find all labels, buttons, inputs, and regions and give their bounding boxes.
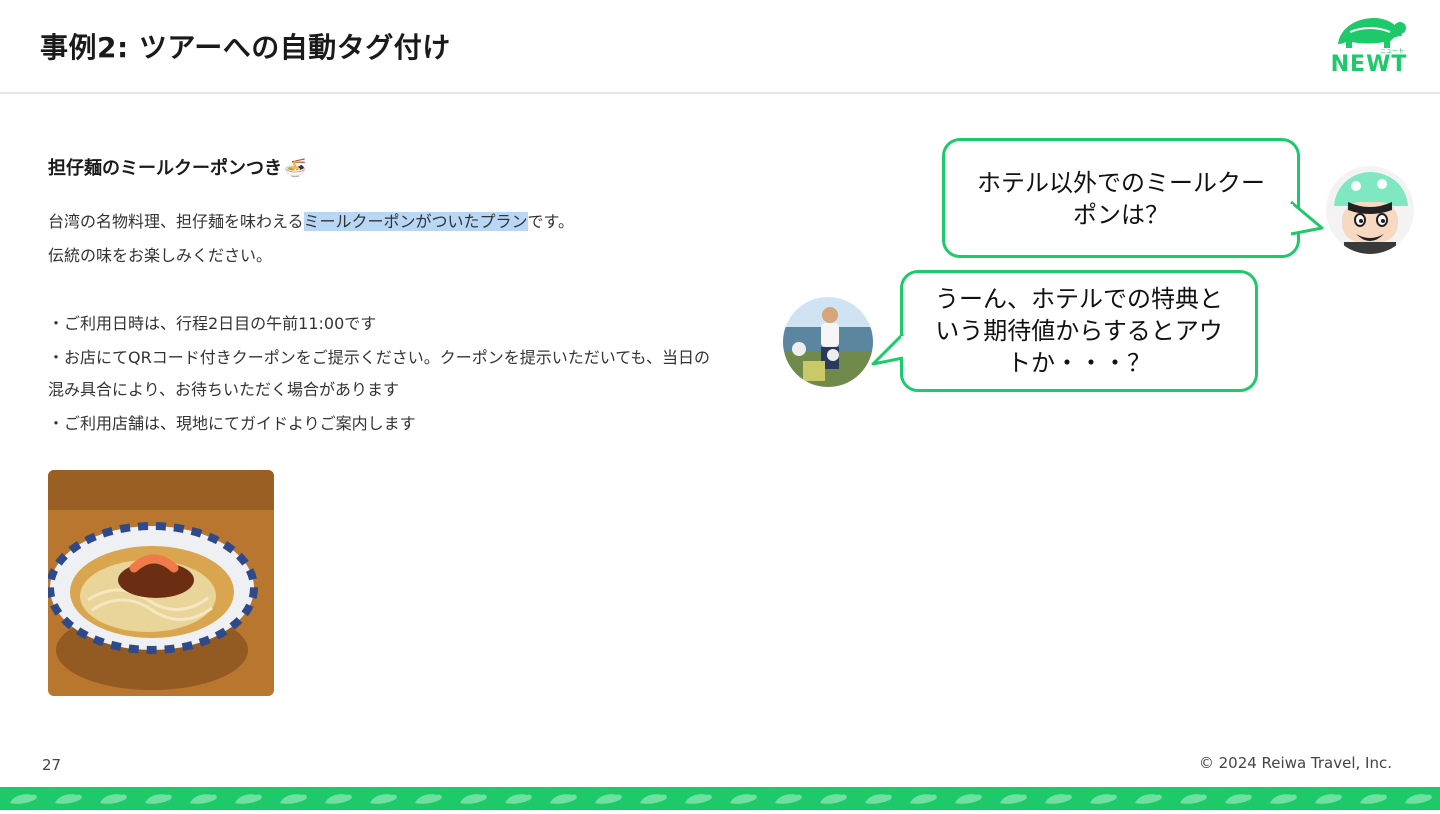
logo-text: NEWT bbox=[1330, 52, 1408, 77]
person-speech-bubble: うーん、ホテルでの特典と いう期待値からするとアウ トか・・・？ bbox=[900, 270, 1258, 392]
note-line-4: ・ご利用店舗は、現地にてガイドよりご案内します bbox=[48, 414, 416, 433]
turtle-speech-line-2: ポンは？ bbox=[1073, 201, 1169, 229]
turtle-pattern-icon bbox=[865, 794, 892, 804]
turtle-speech-bubble: ホテル以外でのミールクー ポンは？ bbox=[942, 138, 1300, 258]
turtle-pattern-icon bbox=[685, 794, 712, 804]
turtle-pattern-icon bbox=[280, 794, 307, 804]
slide-title: 事例2: ツアーへの自動タグ付け bbox=[40, 31, 451, 64]
person-speech-line-3: トか・・・？ bbox=[1007, 349, 1151, 377]
description-text-before: 台湾の名物料理、担仔麺を味わえる bbox=[48, 212, 304, 231]
turtle-pattern-icon bbox=[370, 794, 397, 804]
turtle-pattern-icon bbox=[1045, 794, 1072, 804]
turtle-pattern-icon bbox=[55, 794, 82, 804]
turtle-pattern-icon bbox=[415, 794, 442, 804]
turtle-pattern-icon bbox=[190, 794, 217, 804]
turtle-pattern-icon bbox=[1000, 794, 1027, 804]
turtle-pattern-icon bbox=[1090, 794, 1117, 804]
person-speech-line-2: いう期待値からするとアウ bbox=[935, 317, 1223, 345]
description-line-1: 台湾の名物料理、担仔麺を味わえるミールクーポンがついたプランです。 bbox=[48, 208, 574, 232]
turtle-pattern-icon bbox=[1315, 794, 1342, 804]
plan-title-text: 担仔麺のミールクーポンつき bbox=[48, 158, 282, 179]
footer-turtle-band bbox=[0, 787, 1440, 810]
turtle-pattern-icon bbox=[550, 794, 577, 804]
note-line-1: ・ご利用日時は、行程2日目の午前11:00です bbox=[48, 314, 377, 333]
turtle-pattern-icon bbox=[1180, 794, 1207, 804]
turtle-speech-text: ホテル以外でのミールクー ポンは？ bbox=[955, 167, 1287, 231]
turtle-pattern-icon bbox=[1360, 794, 1387, 804]
person-speech-line-1: うーん、ホテルでの特典と bbox=[935, 285, 1223, 313]
plan-title: 担仔麺のミールクーポンつき 🍜 bbox=[48, 154, 306, 180]
note-line-2: ・お店にてQRコード付きクーポンをご提示ください。クーポンを提示いただいても、当… bbox=[48, 348, 710, 367]
person-bubble-tail bbox=[871, 332, 904, 366]
slide-header: 事例2: ツアーへの自動タグ付け ニュート NEWT bbox=[0, 0, 1440, 94]
turtle-pattern-icon bbox=[820, 794, 847, 804]
turtle-pattern-icon bbox=[145, 794, 172, 804]
note-line-3: 混み具合により、お待ちいただく場合があります bbox=[48, 380, 400, 399]
noodle-photo bbox=[48, 470, 274, 696]
turtle-pattern-icon bbox=[1225, 794, 1252, 804]
turtle-bubble-tail bbox=[1290, 200, 1324, 236]
turtle-pattern-icon bbox=[775, 794, 802, 804]
turtle-pattern-icon bbox=[100, 794, 127, 804]
turtle-pattern-icon bbox=[1135, 794, 1162, 804]
page-number: 27 bbox=[42, 756, 62, 774]
turtle-pattern-icon bbox=[1270, 794, 1297, 804]
turtle-pattern-icon bbox=[325, 794, 352, 804]
newt-logo: ニュート NEWT bbox=[1330, 14, 1408, 78]
turtle-pattern-icon bbox=[595, 794, 622, 804]
turtle-avatar bbox=[1326, 166, 1414, 254]
turtle-pattern-icon bbox=[235, 794, 262, 804]
turtle-pattern-icon bbox=[505, 794, 532, 804]
person-speech-text: うーん、ホテルでの特典と いう期待値からするとアウ トか・・・？ bbox=[913, 283, 1245, 379]
turtle-pattern-icon bbox=[460, 794, 487, 804]
turtle-pattern-icon bbox=[910, 794, 937, 804]
description-text-after: です。 bbox=[527, 212, 574, 231]
turtle-pattern-icon bbox=[730, 794, 757, 804]
highlighted-text: ミールクーポンがついたプラン bbox=[303, 212, 528, 231]
turtle-pattern-icon bbox=[1405, 794, 1432, 804]
turtle-pattern-icon bbox=[640, 794, 667, 804]
person-avatar bbox=[783, 297, 873, 387]
turtle-speech-line-1: ホテル以外でのミールクー bbox=[977, 169, 1265, 197]
noodle-bowl-icon: 🍜 bbox=[284, 158, 307, 179]
turtle-pattern-icon bbox=[955, 794, 982, 804]
copyright-text: © 2024 Reiwa Travel, Inc. bbox=[1198, 754, 1392, 772]
description-line-2: 伝統の味をお楽しみください。 bbox=[48, 246, 273, 265]
turtle-pattern-icon bbox=[10, 794, 37, 804]
